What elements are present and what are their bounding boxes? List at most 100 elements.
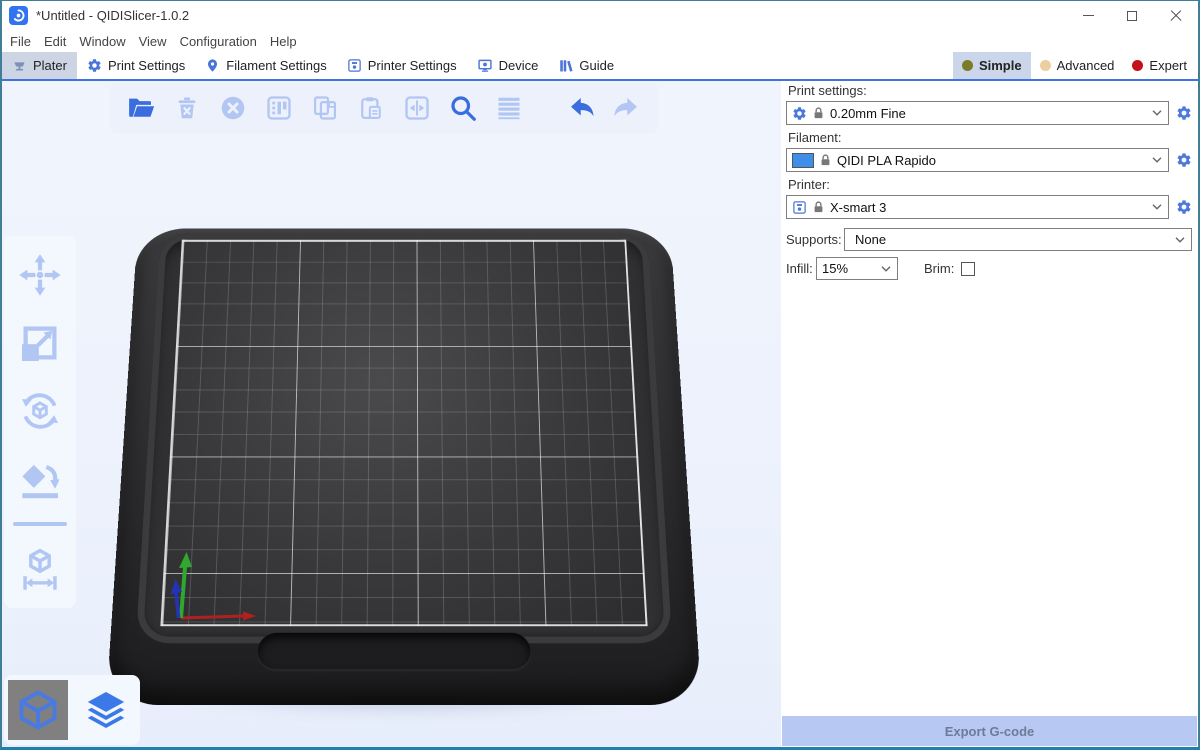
move-icon [17, 252, 63, 298]
chevron-down-icon [1175, 237, 1185, 243]
editor-3d-view-button[interactable] [8, 680, 68, 740]
open-button[interactable] [118, 85, 164, 131]
print-settings-select[interactable]: 0.20mm Fine [786, 101, 1169, 125]
filament-gear-button[interactable] [1175, 152, 1192, 169]
print-settings-gear-button[interactable] [1175, 105, 1192, 122]
printer-body [106, 229, 702, 705]
tab-plater[interactable]: Plater [2, 52, 77, 79]
open-folder-icon [126, 93, 156, 123]
scale-gizmo-button[interactable] [15, 318, 65, 368]
search-icon [448, 93, 478, 123]
tab-label: Printer Settings [368, 58, 457, 73]
chevron-down-icon [881, 266, 891, 272]
tab-label: Print Settings [108, 58, 185, 73]
place-on-face-icon [17, 456, 63, 502]
menu-configuration[interactable]: Configuration [180, 34, 268, 49]
tab-print-settings[interactable]: Print Settings [77, 52, 195, 79]
mode-advanced[interactable]: Advanced [1031, 52, 1124, 79]
settings-sidebar: Print settings: 0.20mm Fine [781, 81, 1198, 747]
printer-gear-button[interactable] [1175, 199, 1192, 216]
viewport-3d[interactable] [2, 81, 781, 747]
measure-gizmo-button[interactable] [15, 544, 65, 594]
printer-value: X-smart 3 [830, 200, 886, 215]
lock-icon [813, 106, 824, 120]
copy-button[interactable] [302, 85, 348, 131]
gear-icon [87, 58, 102, 73]
filament-value: QIDI PLA Rapido [837, 153, 936, 168]
object-toolbar [110, 83, 658, 133]
printer-shadow [130, 639, 688, 719]
export-gcode-button[interactable]: Export G-code [782, 716, 1197, 746]
delete-all-button[interactable] [210, 85, 256, 131]
close-icon [1170, 10, 1182, 22]
advanced-mode-dot-icon [1040, 60, 1051, 71]
variable-layer-height-button[interactable] [486, 85, 532, 131]
arrange-button[interactable] [256, 85, 302, 131]
maximize-button[interactable] [1110, 1, 1154, 30]
menu-help[interactable]: Help [270, 34, 308, 49]
print-settings-value: 0.20mm Fine [830, 106, 906, 121]
filament-icon [205, 58, 220, 73]
printer-label: Printer: [788, 177, 1192, 192]
print-settings-label: Print settings: [788, 83, 1192, 98]
delete-button[interactable] [164, 85, 210, 131]
place-on-face-gizmo-button[interactable] [15, 454, 65, 504]
menu-bar: File Edit Window View Configuration Help [2, 30, 1198, 52]
redo-icon [612, 93, 642, 123]
move-gizmo-button[interactable] [15, 250, 65, 300]
printer-select[interactable]: X-smart 3 [786, 195, 1169, 219]
brim-checkbox[interactable] [961, 262, 975, 276]
guide-icon [558, 58, 573, 73]
copy-icon [311, 94, 339, 122]
close-button[interactable] [1154, 1, 1198, 30]
printer-model [106, 229, 702, 705]
cube-3d-icon [16, 688, 60, 732]
layers-icon [495, 94, 523, 122]
filament-color-swatch [792, 153, 814, 168]
rotate-gizmo-button[interactable] [15, 386, 65, 436]
tab-guide[interactable]: Guide [548, 52, 624, 79]
rotate-icon [17, 388, 63, 434]
print-bed-grid [160, 240, 647, 627]
menu-edit[interactable]: Edit [44, 34, 77, 49]
expert-mode-dot-icon [1132, 60, 1143, 71]
device-icon [477, 58, 493, 73]
mode-switcher: Simple Advanced Expert [953, 52, 1198, 79]
supports-select[interactable]: None [844, 228, 1192, 251]
menu-window[interactable]: Window [79, 34, 136, 49]
chevron-down-icon [1152, 157, 1162, 163]
window-title: *Untitled - QIDISlicer-1.0.2 [36, 8, 189, 23]
search-button[interactable] [440, 85, 486, 131]
maximize-icon [1127, 11, 1137, 21]
minimize-button[interactable] [1066, 1, 1110, 30]
lock-icon [813, 200, 824, 214]
filament-select[interactable]: QIDI PLA Rapido [786, 148, 1169, 172]
lock-icon [820, 153, 831, 167]
gear-icon [792, 106, 807, 121]
mode-expert[interactable]: Expert [1123, 52, 1196, 79]
main-area: Print settings: 0.20mm Fine [2, 81, 1198, 747]
paste-button[interactable] [348, 85, 394, 131]
view-switcher [4, 675, 140, 745]
tab-printer-settings[interactable]: Printer Settings [337, 52, 467, 79]
undo-button[interactable] [558, 85, 604, 131]
split-button[interactable] [394, 85, 440, 131]
redo-button[interactable] [604, 85, 650, 131]
tab-filament-settings[interactable]: Filament Settings [195, 52, 336, 79]
plater-icon [12, 58, 27, 73]
mode-simple[interactable]: Simple [953, 52, 1031, 79]
gear-icon [1176, 199, 1192, 215]
app-logo-icon [9, 6, 28, 25]
undo-icon [566, 93, 596, 123]
delete-all-icon [218, 93, 248, 123]
paste-icon [357, 94, 385, 122]
tab-device[interactable]: Device [467, 52, 549, 79]
menu-file[interactable]: File [10, 34, 42, 49]
mode-label: Simple [979, 58, 1022, 73]
preview-view-button[interactable] [76, 680, 136, 740]
gear-icon [1176, 152, 1192, 168]
axes-indicator-icon [147, 536, 277, 636]
infill-select[interactable]: 15% [816, 257, 898, 280]
window-controls [1066, 1, 1198, 30]
menu-view[interactable]: View [139, 34, 178, 49]
